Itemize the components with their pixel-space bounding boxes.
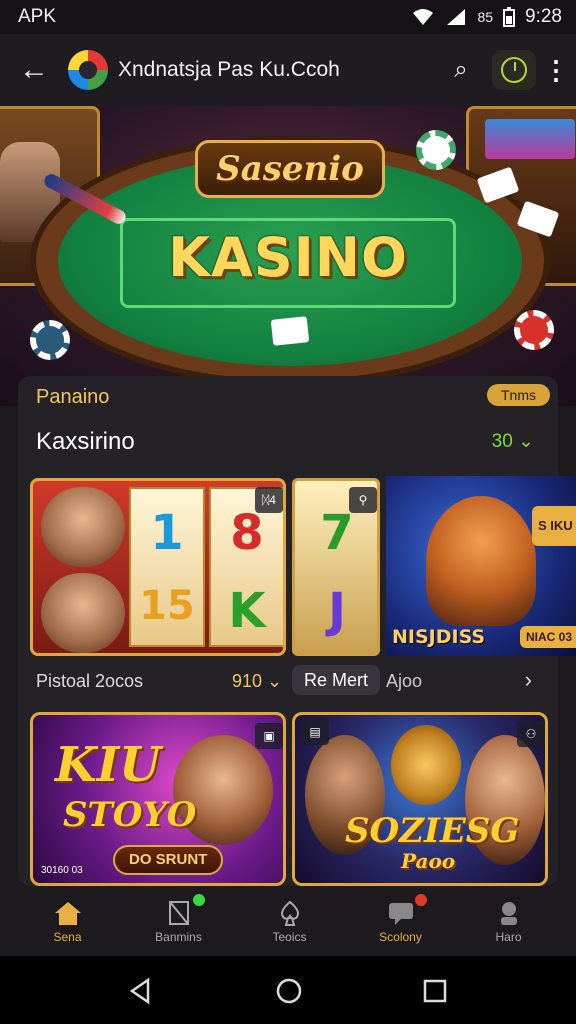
reel-symbol: 15 — [139, 583, 195, 629]
game-title: KIU — [55, 737, 162, 793]
app-title: Xndnatsja Pas Ku.Ccoh — [118, 58, 340, 81]
bottom-tab-bar: Sena Banmins Teoics Scolony Haro — [0, 890, 576, 956]
search-icon[interactable]: ⌕ — [440, 56, 482, 84]
filter-label: Pistoal 2ocos — [36, 671, 144, 691]
game-label: NISJDISS — [392, 626, 486, 648]
reel-symbol: J — [328, 583, 346, 639]
tab-label: Teoics — [272, 930, 307, 944]
filter-number-dropdown[interactable]: 910 ⌄ — [232, 671, 282, 692]
battery-percent: 85 — [477, 9, 494, 25]
playing-card — [270, 316, 310, 346]
hero-title: KASINO — [168, 226, 408, 289]
timer-icon — [501, 57, 527, 83]
info-tag[interactable]: ⚲ — [349, 487, 377, 513]
notification-dot — [415, 894, 427, 906]
back-arrow-icon[interactable]: ← — [0, 53, 68, 87]
chip-icon — [416, 130, 456, 170]
mascot-portrait — [391, 725, 461, 805]
game-card[interactable]: KIU STOYO DO SRUNT ▣ 30160 03 — [30, 712, 286, 886]
game-tile-tiger[interactable]: S IKU NIAC 03 NISJDISS — [386, 476, 576, 656]
reel-symbol: K — [228, 583, 266, 639]
section-title: Kaxsirino — [36, 428, 135, 455]
terms-badge[interactable]: Tnms — [487, 384, 550, 406]
signal-icon — [447, 9, 466, 25]
play-button[interactable]: DO SRUNT — [113, 845, 224, 875]
filter-row: Pistoal 2ocos 910 ⌄ Re Mert Ajoo › — [36, 665, 546, 697]
status-icons: 85 9:28 — [411, 6, 562, 28]
reel-symbol: 1 — [150, 505, 184, 561]
chat-icon — [388, 903, 413, 925]
info-tag[interactable]: ᛞ4 — [255, 487, 283, 513]
tab-help[interactable]: Haro — [451, 890, 566, 956]
nav-recents-icon[interactable] — [420, 976, 450, 1006]
profile-icon — [500, 902, 517, 925]
category-label: Panaino — [36, 386, 110, 408]
status-time: 9:28 — [525, 6, 562, 27]
info-tag[interactable]: ⚇ — [517, 721, 545, 747]
game-title: SOZIESG — [345, 811, 520, 851]
game-subtitle: Paoo — [401, 849, 456, 873]
battery-icon — [503, 7, 516, 27]
game-subtitle: STOYO — [63, 795, 197, 835]
tiger-character — [426, 496, 536, 626]
nav-home-icon[interactable] — [274, 976, 304, 1006]
tab-label: Haro — [495, 930, 522, 944]
home-icon — [54, 902, 81, 925]
status-bar: APK 85 9:28 — [0, 0, 576, 34]
tab-topics[interactable]: Teoics — [232, 890, 347, 956]
hero-banner[interactable]: Sasenio KASINO — [0, 106, 576, 406]
count-dropdown[interactable]: 30 ⌄ — [492, 430, 534, 453]
reel-symbol: 7 — [320, 505, 354, 561]
filter-pill-button[interactable]: Re Mert — [292, 665, 381, 695]
character-portrait — [41, 573, 125, 653]
filter-extra-label[interactable]: Ajoo — [386, 671, 422, 692]
tab-home[interactable]: Sena — [10, 890, 125, 956]
timer-button[interactable] — [492, 50, 536, 90]
character-portrait — [41, 487, 125, 567]
app-logo — [68, 50, 108, 90]
game-tile-slot-reels[interactable]: 1 8 15 K ᛞ4 — [30, 478, 286, 656]
game-card[interactable]: SOZIESG Paoo ▤ ⚇ — [292, 712, 548, 886]
tab-label: Scolony — [379, 930, 422, 944]
tab-banners[interactable]: Banmins — [121, 890, 236, 956]
chip-icon — [30, 320, 70, 360]
brand-logo: Sasenio — [195, 140, 385, 198]
game-tile-slot-partial[interactable]: 7 J ⚲ — [292, 478, 380, 656]
more-menu-icon[interactable]: ⋮ — [536, 55, 576, 86]
chip-icon — [514, 310, 554, 350]
page-icon — [168, 901, 189, 925]
tab-label: Banmins — [155, 930, 202, 944]
game-corner-text: 30160 03 — [41, 865, 83, 876]
reel-symbol: 8 — [230, 505, 264, 561]
chevron-right-icon[interactable]: › — [525, 667, 532, 693]
status-app-label: APK — [18, 6, 57, 27]
tab-label: Sena — [53, 930, 82, 944]
info-tag[interactable]: ▣ — [255, 723, 283, 749]
wifi-icon — [413, 9, 434, 25]
app-bar: ← Xndnatsja Pas Ku.Ccoh ⌕ ⋮ — [0, 34, 576, 106]
game-side-badge: NIAC 03 — [520, 626, 576, 648]
game-side-badge: S IKU — [532, 506, 576, 546]
nav-back-icon[interactable] — [126, 976, 156, 1006]
tab-colony[interactable]: Scolony — [343, 890, 458, 956]
spade-icon — [280, 900, 299, 926]
system-nav-bar — [0, 956, 576, 1024]
notification-dot — [193, 894, 205, 906]
info-tag[interactable]: ▤ — [301, 719, 329, 745]
